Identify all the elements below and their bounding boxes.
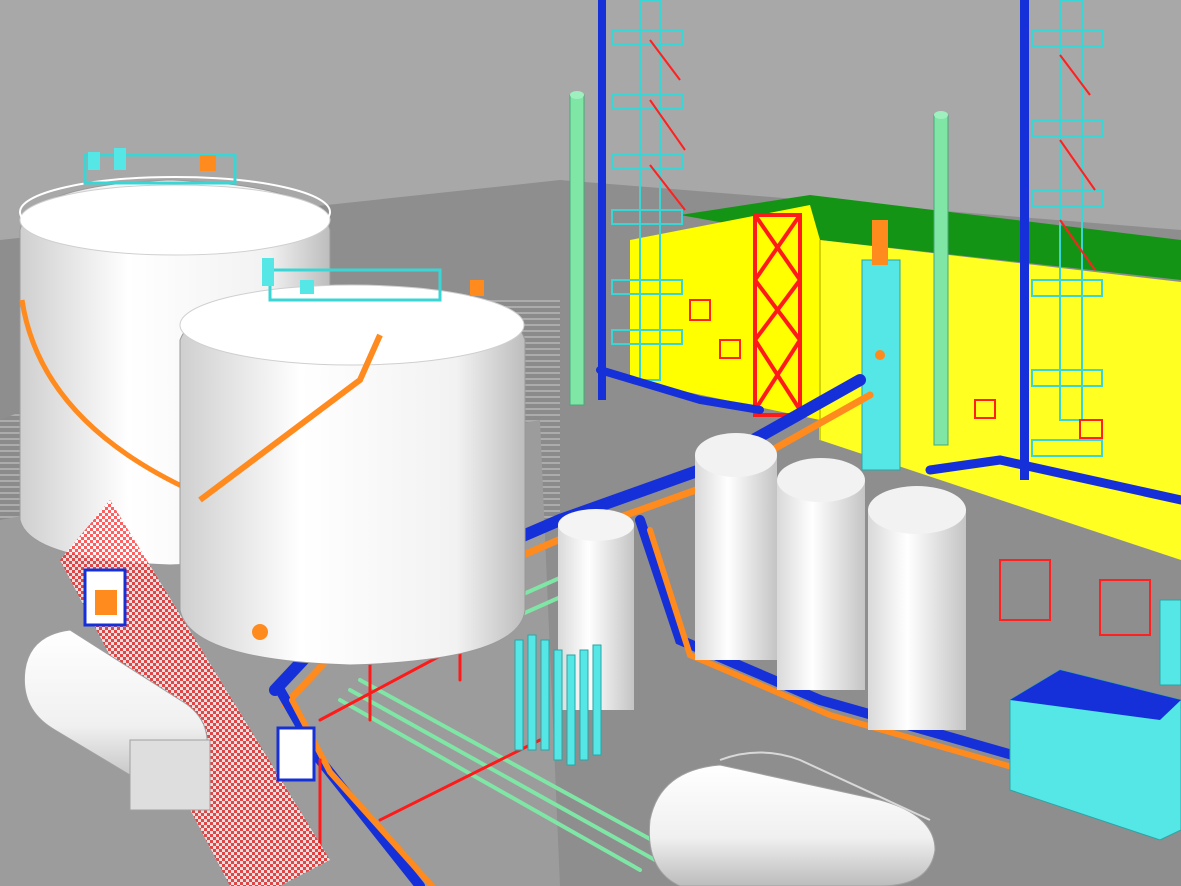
stack-green-right[interactable] <box>933 111 949 446</box>
heat-exchanger-bundle[interactable] <box>514 634 602 766</box>
control-booth-front[interactable] <box>276 726 316 782</box>
control-booth-left[interactable] <box>83 568 127 627</box>
vertical-vessel-2[interactable] <box>695 433 777 660</box>
stack-green-left[interactable] <box>569 91 585 406</box>
storage-tank-front[interactable] <box>179 258 526 666</box>
vertical-vessel-3[interactable] <box>777 458 865 690</box>
plant-3d-viewport[interactable] <box>0 0 1181 886</box>
vertical-vessel-4[interactable] <box>868 486 966 730</box>
